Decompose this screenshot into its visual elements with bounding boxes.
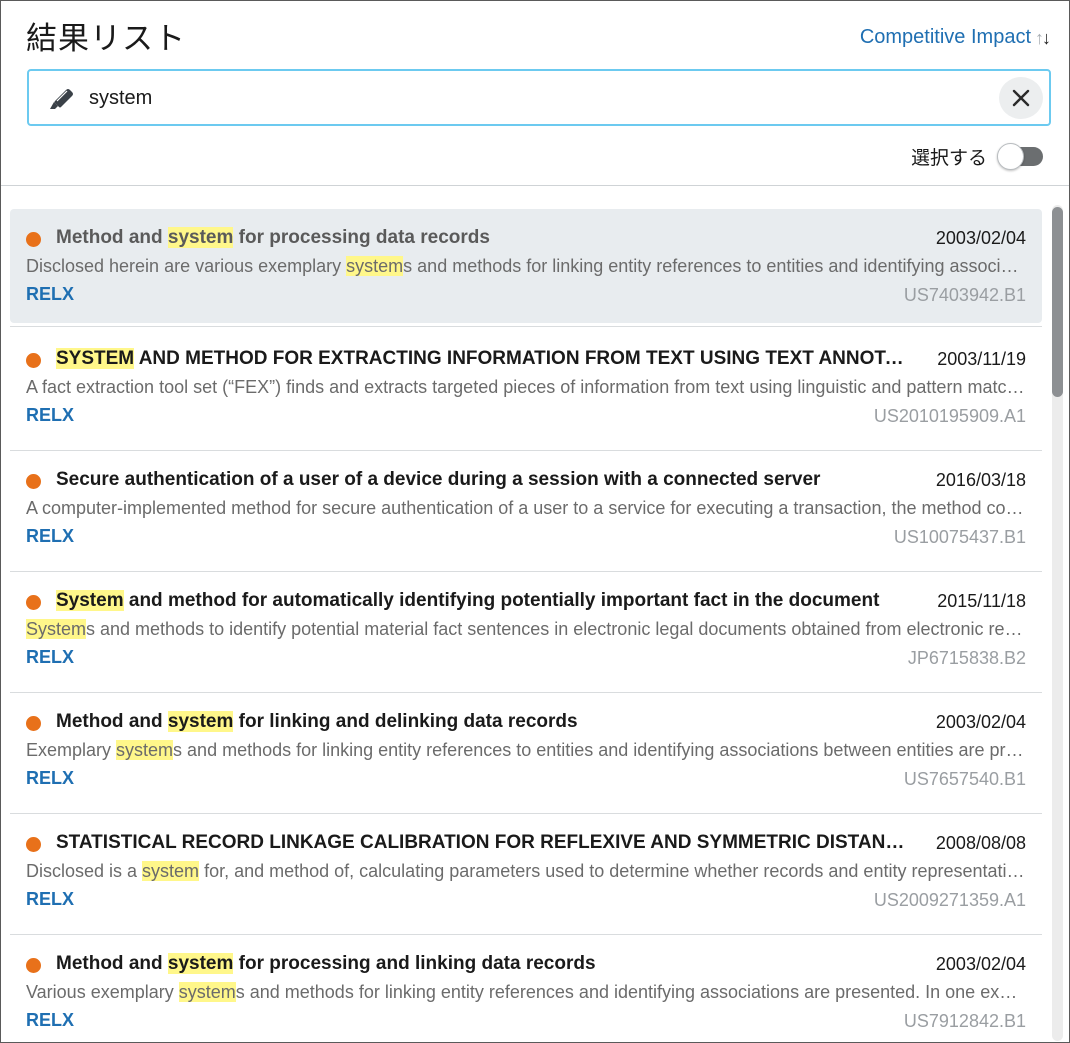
result-date: 2016/03/18 bbox=[935, 470, 1026, 490]
sort-arrows-icon[interactable]: ↑ ↓ bbox=[1035, 27, 1051, 49]
result-date: 2008/08/08 bbox=[935, 833, 1026, 853]
result-item[interactable]: STATISTICAL RECORD LINKAGE CALIBRATION F… bbox=[10, 814, 1042, 935]
status-dot bbox=[26, 232, 41, 247]
result-patent-id: US2010195909.A1 bbox=[873, 406, 1026, 426]
result-patent-id: US2009271359.A1 bbox=[873, 890, 1026, 910]
search-highlight: system bbox=[167, 711, 234, 732]
result-item[interactable]: System and method for automatically iden… bbox=[10, 572, 1042, 693]
result-date: 2003/02/04 bbox=[935, 228, 1026, 248]
select-mode-toggle[interactable] bbox=[997, 142, 1043, 170]
result-title[interactable]: Method and system for linking and delink… bbox=[56, 711, 906, 733]
result-title[interactable]: SYSTEM AND METHOD FOR EXTRACTING INFORMA… bbox=[56, 348, 906, 370]
result-item[interactable]: Method and system for processing data re… bbox=[10, 209, 1042, 327]
result-description: Disclosed is a system for, and method of… bbox=[26, 861, 1026, 881]
page-title: 結果リスト bbox=[26, 21, 186, 57]
status-dot bbox=[26, 716, 41, 731]
result-title[interactable]: Secure authentication of a user of a dev… bbox=[56, 469, 906, 491]
search-input[interactable] bbox=[89, 80, 969, 116]
search-highlight: system bbox=[116, 740, 174, 760]
search-highlight: System bbox=[26, 619, 87, 639]
search-highlight: system bbox=[167, 953, 234, 974]
search-highlight: System bbox=[56, 590, 124, 611]
result-item[interactable]: Method and system for processing and lin… bbox=[10, 935, 1042, 1042]
status-dot bbox=[26, 958, 41, 973]
search-box[interactable] bbox=[27, 69, 1051, 126]
result-description: Systems and methods to identify potentia… bbox=[26, 619, 1026, 639]
clear-search-button[interactable] bbox=[999, 77, 1043, 119]
result-patent-id: US10075437.B1 bbox=[893, 527, 1026, 547]
result-company-link[interactable]: RELX bbox=[26, 647, 74, 668]
result-patent-id: US7657540.B1 bbox=[903, 769, 1026, 789]
result-date: 2003/02/04 bbox=[935, 954, 1026, 974]
result-company-link[interactable]: RELX bbox=[26, 1010, 74, 1031]
search-highlight: system bbox=[142, 861, 200, 881]
result-company-link[interactable]: RELX bbox=[26, 284, 74, 305]
result-patent-id: US7403942.B1 bbox=[903, 285, 1026, 305]
sort-label[interactable]: Competitive Impact bbox=[860, 26, 1031, 49]
result-title[interactable]: Method and system for processing and lin… bbox=[56, 953, 906, 975]
result-company-link[interactable]: RELX bbox=[26, 526, 74, 547]
result-description: Disclosed herein are various exemplary s… bbox=[26, 256, 1026, 276]
result-description: A fact extraction tool set (“FEX”) finds… bbox=[26, 377, 1026, 397]
result-description: A computer-implemented method for secure… bbox=[26, 498, 1026, 518]
close-icon[interactable] bbox=[1012, 89, 1030, 107]
search-highlight: SYSTEM bbox=[56, 348, 135, 369]
scrollbar-thumb[interactable] bbox=[1052, 207, 1063, 397]
result-item[interactable]: Method and system for linking and delink… bbox=[10, 693, 1042, 814]
result-patent-id: JP6715838.B2 bbox=[907, 648, 1026, 668]
search-highlight: system bbox=[167, 227, 234, 248]
toggle-knob[interactable] bbox=[997, 143, 1024, 170]
results-panel: 結果リスト Competitive Impact ↑↓ 選択する bbox=[0, 0, 1070, 1043]
result-company-link[interactable]: RELX bbox=[26, 889, 74, 910]
search-highlight: system bbox=[346, 256, 404, 276]
result-company-link[interactable]: RELX bbox=[26, 405, 74, 426]
results-header: 結果リスト Competitive Impact ↑↓ 選択する bbox=[1, 1, 1069, 186]
search-highlight: system bbox=[178, 982, 236, 1002]
result-patent-id: US7912842.B1 bbox=[903, 1011, 1026, 1031]
results-list: Method and system for processing data re… bbox=[10, 209, 1042, 1042]
result-description: Various exemplary systems and methods fo… bbox=[26, 982, 1026, 1002]
status-dot bbox=[26, 595, 41, 610]
result-date: 2003/02/04 bbox=[935, 712, 1026, 732]
result-item[interactable]: SYSTEM AND METHOD FOR EXTRACTING INFORMA… bbox=[10, 330, 1042, 451]
scrollbar-track[interactable] bbox=[1052, 205, 1063, 1041]
result-date: 2015/11/18 bbox=[937, 591, 1026, 611]
result-title[interactable]: System and method for automatically iden… bbox=[56, 590, 906, 612]
select-mode-row: 選択する bbox=[911, 142, 1043, 170]
status-dot bbox=[26, 474, 41, 489]
result-title[interactable]: Method and system for processing data re… bbox=[56, 227, 906, 249]
result-item[interactable]: Secure authentication of a user of a dev… bbox=[10, 451, 1042, 572]
select-mode-label: 選択する bbox=[910, 146, 987, 169]
status-dot bbox=[26, 353, 41, 368]
highlighter-icon bbox=[47, 85, 75, 111]
result-company-link[interactable]: RELX bbox=[26, 768, 74, 789]
result-title[interactable]: STATISTICAL RECORD LINKAGE CALIBRATION F… bbox=[56, 832, 906, 854]
status-dot bbox=[26, 837, 41, 852]
sort-button[interactable]: Competitive Impact ↑ ↓ bbox=[860, 26, 1051, 49]
result-description: Exemplary systems and methods for linkin… bbox=[26, 740, 1026, 760]
result-date: 2003/11/19 bbox=[937, 349, 1026, 369]
